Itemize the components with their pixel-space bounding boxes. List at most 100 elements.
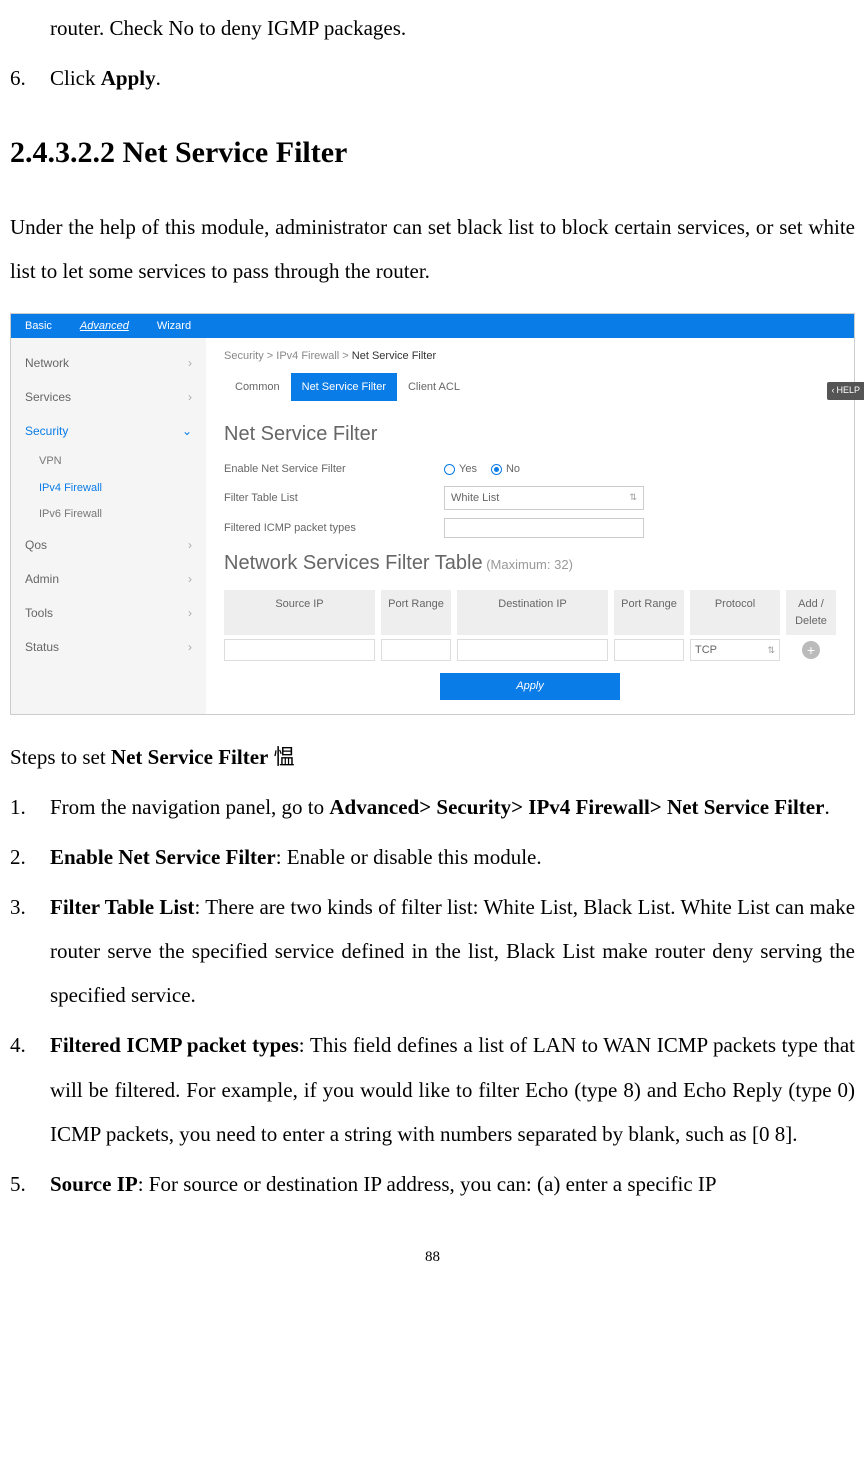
chevron-right-icon: › bbox=[188, 536, 192, 554]
title-max: (Maximum: 32) bbox=[483, 557, 573, 572]
step-3: 3. Filter Table List: There are two kind… bbox=[10, 885, 855, 1017]
help-label: HELP bbox=[836, 384, 860, 398]
text: Click bbox=[50, 66, 101, 90]
label: Network bbox=[25, 354, 69, 372]
label: Tools bbox=[25, 604, 53, 622]
sidebar-item-status[interactable]: Status › bbox=[11, 630, 206, 664]
select-protocol[interactable]: TCP ⇅ bbox=[690, 639, 780, 661]
tab-basic[interactable]: Basic bbox=[11, 314, 66, 338]
label-filter-table: Filter Table List bbox=[224, 490, 444, 507]
sidebar-item-network[interactable]: Network › bbox=[11, 346, 206, 380]
section-heading: 2.4.3.2.2 Net Service Filter bbox=[10, 130, 855, 175]
input-port-range[interactable] bbox=[381, 639, 451, 661]
tab-advanced[interactable]: Advanced bbox=[66, 314, 143, 338]
sidebar-item-qos[interactable]: Qos › bbox=[11, 528, 206, 562]
list-number: 4. bbox=[10, 1023, 50, 1155]
bold: Net Service Filter bbox=[111, 745, 268, 769]
top-tabs: Basic Advanced Wizard bbox=[11, 314, 854, 338]
radio-icon bbox=[491, 464, 502, 475]
breadcrumb-path: Security > IPv4 Firewall > bbox=[224, 350, 352, 362]
sidebar-sub-ipv4[interactable]: IPv4 Firewall bbox=[11, 475, 206, 502]
text: : For source or destination IP address, … bbox=[138, 1172, 717, 1196]
chevron-right-icon: › bbox=[188, 354, 192, 372]
page-number: 88 bbox=[10, 1246, 855, 1269]
radio-no[interactable]: No bbox=[491, 461, 520, 478]
select-filter-table[interactable]: White List ⇅ bbox=[444, 486, 644, 511]
chevron-right-icon: › bbox=[188, 638, 192, 656]
list-number: 1. bbox=[10, 785, 50, 829]
th-dest-ip: Destination IP bbox=[457, 590, 608, 635]
subtab-net-service-filter[interactable]: Net Service Filter bbox=[291, 373, 397, 402]
select-value: White List bbox=[451, 490, 499, 507]
th-port-range: Port Range bbox=[381, 590, 451, 635]
router-ui-screenshot: Basic Advanced Wizard Network › Services ›… bbox=[10, 313, 855, 715]
label-enable: Enable Net Service Filter bbox=[224, 461, 444, 478]
th-port-range2: Port Range bbox=[614, 590, 684, 635]
section-title-nsf: Net Service Filter bbox=[224, 419, 836, 449]
sidebar-item-services[interactable]: Services › bbox=[11, 380, 206, 414]
select-arrows-icon: ⇅ bbox=[767, 644, 775, 658]
intro-paragraph: Under the help of this module, administr… bbox=[10, 205, 855, 293]
steps-intro: Steps to set Net Service Filter 愠 bbox=[10, 735, 855, 779]
list-number: 3. bbox=[10, 885, 50, 1017]
sidebar-sub-vpn[interactable]: VPN bbox=[11, 448, 206, 475]
text: . bbox=[156, 66, 161, 90]
apply-button[interactable]: Apply bbox=[440, 673, 620, 700]
step-2: 2. Enable Net Service Filter: Enable or … bbox=[10, 835, 855, 879]
title-text: Network Services Filter Table bbox=[224, 552, 483, 574]
select-value: TCP bbox=[695, 642, 717, 659]
input-port-range2[interactable] bbox=[614, 639, 684, 661]
tab-wizard[interactable]: Wizard bbox=[143, 314, 205, 338]
sidebar-sub-ipv6[interactable]: IPv6 Firewall bbox=[11, 501, 206, 528]
sidebar: Network › Services › Security⌄ VPN IPv4 Fi… bbox=[11, 338, 206, 714]
breadcrumb-current: Net Service Filter bbox=[352, 350, 436, 362]
add-button[interactable]: + bbox=[802, 641, 820, 659]
chevron-right-icon: › bbox=[188, 604, 192, 622]
step-5: 5. Source IP: For source or destination … bbox=[10, 1162, 855, 1206]
bold: Enable Net Service Filter bbox=[50, 845, 276, 869]
text: From the navigation panel, go to bbox=[50, 795, 329, 819]
step-1: 1. From the navigation panel, go to Adva… bbox=[10, 785, 855, 829]
input-source-ip[interactable] bbox=[224, 639, 375, 661]
chevron-right-icon: › bbox=[188, 570, 192, 588]
filter-table: Source IP Port Range Destination IP Port… bbox=[224, 590, 836, 661]
subtab-common[interactable]: Common bbox=[224, 373, 291, 402]
text: Steps to set bbox=[10, 745, 111, 769]
bold: Filtered ICMP packet types bbox=[50, 1033, 299, 1057]
label: Services bbox=[25, 388, 71, 406]
list-body: From the navigation panel, go to Advance… bbox=[50, 785, 855, 829]
sidebar-item-admin[interactable]: Admin› bbox=[11, 562, 206, 596]
radio-icon bbox=[444, 464, 455, 475]
sidebar-item-tools[interactable]: Tools › bbox=[11, 596, 206, 630]
plus-icon: + bbox=[807, 640, 815, 661]
bold: Filter Table List bbox=[50, 895, 194, 919]
bold-apply: Apply bbox=[101, 66, 156, 90]
text: : Enable or disable this module. bbox=[276, 845, 542, 869]
input-icmp[interactable] bbox=[444, 518, 644, 538]
prior-text: router. Check No to deny IGMP packages. bbox=[10, 6, 855, 50]
list-body: Filtered ICMP packet types: This field d… bbox=[50, 1023, 855, 1155]
help-button[interactable]: ‹HELP bbox=[827, 382, 864, 400]
list-body: Enable Net Service Filter: Enable or dis… bbox=[50, 835, 855, 879]
label: Qos bbox=[25, 536, 47, 554]
bold: Source IP bbox=[50, 1172, 138, 1196]
list-body: Filter Table List: There are two kinds o… bbox=[50, 885, 855, 1017]
breadcrumb: Security > IPv4 Firewall > Net Service F… bbox=[224, 338, 836, 373]
select-arrows-icon: ⇅ bbox=[629, 491, 637, 505]
cell-add: + bbox=[786, 639, 836, 661]
list-body: Source IP: For source or destination IP … bbox=[50, 1162, 855, 1206]
chevron-right-icon: › bbox=[188, 388, 192, 406]
label: Status bbox=[25, 638, 59, 656]
table-row: TCP ⇅ + bbox=[224, 639, 836, 661]
input-dest-ip[interactable] bbox=[457, 639, 608, 661]
bold: Advanced> Security> IPv4 Firewall> Net S… bbox=[329, 795, 824, 819]
radio-yes[interactable]: Yes bbox=[444, 461, 477, 478]
table-header: Source IP Port Range Destination IP Port… bbox=[224, 590, 836, 635]
list-item-6: 6. Click Apply. bbox=[10, 56, 855, 100]
sidebar-item-security[interactable]: Security⌄ bbox=[11, 414, 206, 448]
list-number: 2. bbox=[10, 835, 50, 879]
subtab-client-acl[interactable]: Client ACL bbox=[397, 373, 471, 402]
th-add-delete: Add / Delete bbox=[786, 590, 836, 635]
section-title-table: Network Services Filter Table (Maximum: … bbox=[224, 548, 836, 578]
list-body: Click Apply. bbox=[50, 56, 855, 100]
